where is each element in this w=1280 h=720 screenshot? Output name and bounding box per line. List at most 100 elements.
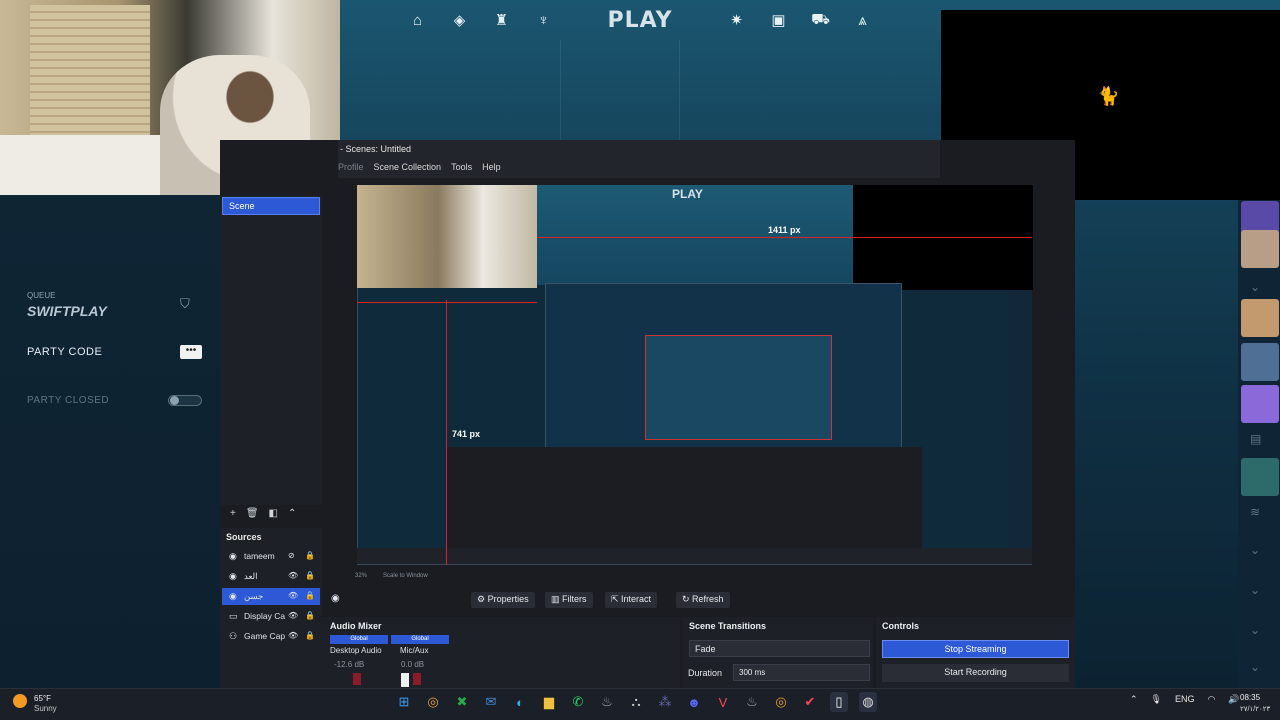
transition-select[interactable]: Fade — [689, 640, 870, 657]
agent-portrait[interactable] — [1241, 230, 1279, 268]
source-name: جسن — [244, 591, 264, 601]
chevron-up-icon[interactable]: ⌃ — [1130, 694, 1138, 705]
lock-icon[interactable]: 🔒 — [305, 611, 315, 620]
wifi-icon[interactable]: ◠ — [1208, 694, 1216, 705]
lock-icon[interactable]: 🔒 — [305, 551, 315, 560]
obs-icon[interactable]: ◍ — [859, 692, 877, 712]
start-recording-button[interactable]: Start Recording — [882, 664, 1069, 682]
webcam-blinds — [30, 5, 150, 155]
whatsapp-icon[interactable]: ✆ — [569, 692, 587, 712]
source-row[interactable]: ◉ العد 👁 🔒 — [222, 568, 320, 585]
weather-desc[interactable]: Sunny — [34, 704, 57, 713]
volume-slider[interactable] — [401, 673, 409, 687]
agent-portrait[interactable] — [1241, 458, 1279, 496]
lock-icon[interactable]: 🔒 — [305, 631, 315, 640]
xbox-icon[interactable]: ✖ — [453, 692, 471, 712]
menu-help[interactable]: Help — [482, 162, 501, 174]
obs-menubar: Profile Scene Collection Tools Help — [338, 158, 940, 178]
chat-icon[interactable]: ••• — [180, 345, 202, 359]
properties-button[interactable]: ⚙ Properties — [471, 592, 535, 608]
party-code-label[interactable]: PARTY CODE — [27, 346, 102, 358]
clock-time[interactable]: 08:35 — [1240, 693, 1260, 702]
lock-icon[interactable]: 🔒 — [305, 571, 315, 580]
mic-db: 0.0 dB — [401, 660, 425, 669]
language-indicator[interactable]: ENG — [1175, 694, 1195, 705]
mic-aux-label[interactable]: Mic/Aux — [400, 646, 428, 655]
riot-icon[interactable]: ✔ — [801, 692, 819, 712]
party-closed-label: PARTY CLOSED — [27, 395, 110, 406]
home-icon[interactable]: ⌂ — [408, 10, 428, 30]
steam-icon[interactable]: ♨ — [598, 692, 616, 712]
monitor-icon: ▭ — [229, 611, 238, 621]
eye-icon[interactable]: 👁 — [288, 611, 298, 620]
chevron-down-icon[interactable]: ⌄ — [1250, 280, 1260, 294]
obs-title: - Scenes: Untitled — [338, 140, 940, 158]
store-icon[interactable]: ⛟ — [811, 10, 831, 30]
slot-icon: ⌄ — [1250, 660, 1261, 674]
folder-icon[interactable]: ▆ — [540, 692, 558, 712]
queue-icon[interactable]: ⛉ — [180, 296, 190, 312]
scale-mode[interactable]: Scale to Window — [383, 573, 428, 584]
source-row[interactable]: ▭ Display Ca 👁 🔒 — [222, 608, 320, 625]
sources-header: Sources — [220, 528, 322, 546]
epic-icon[interactable]: ⛬ — [627, 692, 645, 712]
menu-scene-collection[interactable]: Scene Collection — [374, 162, 442, 174]
eye-icon[interactable]: 👁 — [288, 591, 298, 600]
filter-icon[interactable]: ◧ — [269, 508, 278, 522]
chrome-icon[interactable]: ◎ — [424, 692, 442, 712]
valorant-icon[interactable]: V — [714, 692, 732, 712]
duration-input[interactable]: 300 ms — [733, 664, 870, 681]
agent-portrait[interactable] — [1241, 343, 1279, 381]
add-icon[interactable]: + — [230, 508, 236, 522]
mixer-global-2: Global — [391, 635, 449, 644]
scene-item[interactable]: Scene — [222, 197, 320, 215]
weather-temp[interactable]: 65°F — [34, 694, 51, 703]
sun-icon[interactable] — [13, 694, 27, 708]
up-arrow-icon[interactable]: ⌃ — [288, 508, 296, 522]
speaker-icon[interactable]: 🔊 — [1228, 694, 1239, 705]
source-row-selected[interactable]: ◉ جسن 👁 🔒 — [222, 588, 320, 605]
queue-name[interactable]: SWIFTPLAY — [27, 303, 107, 319]
filters-button[interactable]: ▥ Filters — [545, 592, 593, 608]
teams-icon[interactable]: ⁂ — [656, 692, 674, 712]
collection-icon[interactable]: ▣ — [769, 10, 789, 30]
agent-portrait[interactable] — [1241, 385, 1279, 423]
agents-icon[interactable]: ♜ — [492, 10, 512, 30]
stop-streaming-button[interactable]: Stop Streaming — [882, 640, 1069, 658]
zoom-level[interactable]: 32% — [355, 573, 367, 584]
gear-icon: ⚙ — [477, 594, 488, 604]
trash-icon[interactable]: 🗑 — [246, 508, 259, 522]
discord-icon[interactable]: ☻ — [685, 692, 703, 712]
start-icon[interactable]: ⊞ — [395, 692, 413, 712]
eye-hidden-icon[interactable]: ⊘ — [288, 551, 295, 560]
scenes-list — [220, 195, 322, 505]
refresh-button[interactable]: ↻ Refresh — [676, 592, 730, 608]
eye-icon[interactable]: 👁 — [288, 631, 298, 640]
mic-icon[interactable]: 🎙 — [1151, 694, 1162, 705]
source-row[interactable]: ⚇ Game Cap 👁 🔒 — [222, 628, 320, 645]
queue-label: QUEUE — [27, 291, 56, 300]
notepad-icon[interactable]: ▯ — [830, 692, 848, 712]
rank-icon[interactable]: ⩓ — [853, 10, 873, 30]
chrome2-icon[interactable]: ◎ — [772, 692, 790, 712]
battlepass-icon[interactable]: ♆ — [534, 10, 554, 30]
weapons-icon[interactable]: ◈ — [450, 10, 470, 30]
interact-button[interactable]: ⇱ Interact — [605, 592, 658, 608]
source-row[interactable]: ◉ tameem ⊘ 🔒 — [222, 548, 320, 565]
agent-portrait[interactable] — [1241, 299, 1279, 337]
audio-mixer-title: Audio Mixer — [330, 621, 382, 631]
eye-icon[interactable]: 👁 — [288, 571, 298, 580]
gamepad-icon: ⚇ — [229, 631, 238, 641]
mail-icon[interactable]: ✉ — [482, 692, 500, 712]
controls-title: Controls — [882, 621, 919, 631]
desktop-audio-label[interactable]: Desktop Audio — [330, 646, 382, 655]
lock-icon[interactable]: 🔒 — [305, 591, 315, 600]
preview-webcam — [357, 185, 537, 288]
steam2-icon[interactable]: ♨ — [743, 692, 761, 712]
menu-tools[interactable]: Tools — [451, 162, 472, 174]
star-icon[interactable]: ✷ — [727, 10, 747, 30]
play-button[interactable]: PLAY — [608, 8, 673, 33]
edge-icon[interactable]: ◐ — [511, 692, 529, 712]
clock-date[interactable]: ٢٧/١/٢٠٢٣ — [1240, 705, 1270, 713]
menu-profile[interactable]: Profile — [338, 162, 364, 174]
